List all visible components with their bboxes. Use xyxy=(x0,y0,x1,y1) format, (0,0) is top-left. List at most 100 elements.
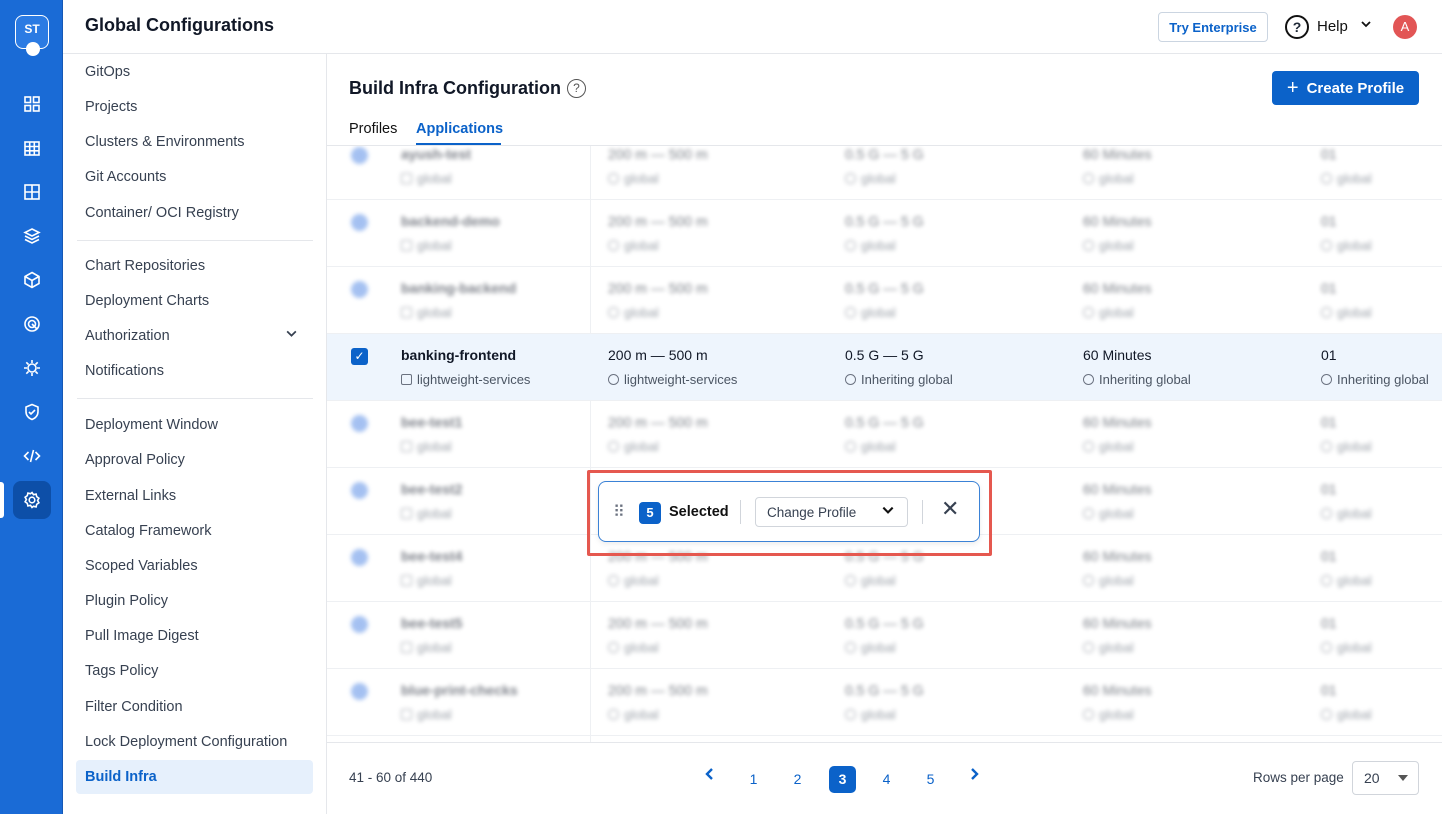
row-checkbox[interactable] xyxy=(351,281,368,298)
cell-value: 200 m — 500 m xyxy=(608,347,708,363)
sidebar-item-deployment-charts[interactable]: Deployment Charts xyxy=(85,293,209,309)
sidebar-item-gitops[interactable]: GitOps xyxy=(85,64,130,80)
page-title: Build Infra Configuration xyxy=(349,78,561,98)
org-logo[interactable]: ST xyxy=(15,15,49,56)
cell-source: Inheriting global xyxy=(845,372,1065,387)
sidebar-item-build-infra[interactable]: Build Infra xyxy=(76,760,313,794)
link-icon xyxy=(1083,307,1094,318)
help-icon[interactable]: ? xyxy=(1285,15,1309,39)
source-label: global xyxy=(1099,238,1134,253)
row-checkbox[interactable] xyxy=(351,147,368,164)
page-button-4[interactable]: 4 xyxy=(873,766,900,793)
sidebar-item-filter-condition[interactable]: Filter Condition xyxy=(85,699,183,715)
rows-per-page-select[interactable]: 20 xyxy=(1352,761,1419,795)
file-icon xyxy=(401,508,412,519)
table-row[interactable]: ✓ banking-frontend lightweight-services 200… xyxy=(327,334,1442,401)
row-checkbox[interactable] xyxy=(351,482,368,499)
pagination-footer: 41 - 60 of 440 1 2 3 4 5 Rows per page 2… xyxy=(327,742,1442,814)
source-label: global xyxy=(417,171,452,186)
sidebar-item-deployment-window[interactable]: Deployment Window xyxy=(85,417,218,433)
stack-icon[interactable] xyxy=(13,217,51,255)
row-checkbox[interactable] xyxy=(351,549,368,566)
chevron-left-icon[interactable] xyxy=(704,765,716,786)
create-profile-button[interactable]: + Create Profile xyxy=(1272,71,1419,105)
cell-value: 01 xyxy=(1321,146,1337,162)
cell-value: 60 Minutes xyxy=(1083,481,1152,497)
table-row[interactable]: banking-backend global 200 m — 500 m global… xyxy=(327,267,1442,334)
page-header-title: Global Configurations xyxy=(85,15,274,35)
table-cell: 60 Minutes global xyxy=(1083,548,1303,588)
row-checkbox-checked[interactable]: ✓ xyxy=(351,348,368,365)
tab-applications[interactable]: Applications xyxy=(416,121,503,137)
target-icon[interactable] xyxy=(13,305,51,343)
table-row[interactable]: bee-test1 global 200 m — 500 m global 0.5 G … xyxy=(327,401,1442,468)
sidebar-item-plugin-policy[interactable]: Plugin Policy xyxy=(85,593,168,609)
sidebar-item-tags-policy[interactable]: Tags Policy xyxy=(85,663,158,679)
cell-source: global xyxy=(1321,707,1442,722)
cell-value: 0.5 G — 5 G xyxy=(845,280,924,296)
bug-icon[interactable] xyxy=(13,349,51,387)
sidebar-item-authorization[interactable]: Authorization xyxy=(85,328,170,344)
table-cell: bee-test4 global xyxy=(401,548,586,588)
cell-source: global xyxy=(608,707,828,722)
avatar[interactable]: A xyxy=(1393,15,1417,39)
page-button-2[interactable]: 2 xyxy=(784,766,811,793)
sidebar-item-clusters[interactable]: Clusters & Environments xyxy=(85,134,245,150)
cell-value: 01 xyxy=(1321,414,1337,430)
grid-icon[interactable] xyxy=(13,85,51,123)
sidebar-item-scoped-variables[interactable]: Scoped Variables xyxy=(85,558,198,574)
row-checkbox[interactable] xyxy=(351,214,368,231)
tab-profiles[interactable]: Profiles xyxy=(349,121,397,137)
sidebar-item-pull-image-digest[interactable]: Pull Image Digest xyxy=(85,628,199,644)
table-icon[interactable] xyxy=(13,173,51,211)
sidebar-item-approval-policy[interactable]: Approval Policy xyxy=(85,452,185,468)
cell-value: 01 xyxy=(1321,682,1337,698)
sidebar-item-chart-repositories[interactable]: Chart Repositories xyxy=(85,258,205,274)
page-button-3[interactable]: 3 xyxy=(829,766,856,793)
change-profile-dropdown[interactable]: Change Profile xyxy=(755,497,908,527)
sidebar-item-lock-deployment[interactable]: Lock Deployment Configuration xyxy=(85,734,287,750)
sidebar-item-catalog-framework[interactable]: Catalog Framework xyxy=(85,523,212,539)
row-checkbox[interactable] xyxy=(351,616,368,633)
source-label: global xyxy=(624,573,659,588)
table-row[interactable]: ayush-test global 200 m — 500 m global 0.5 G… xyxy=(327,146,1442,200)
table-cell: 01 global xyxy=(1321,146,1442,186)
table-cell: 60 Minutes global xyxy=(1083,615,1303,655)
shield-icon[interactable] xyxy=(13,393,51,431)
cell-value: 01 xyxy=(1321,481,1337,497)
page-button-1[interactable]: 1 xyxy=(740,766,767,793)
row-checkbox[interactable] xyxy=(351,415,368,432)
sidebar-item-git-accounts[interactable]: Git Accounts xyxy=(85,169,166,185)
cell-source: global xyxy=(608,171,828,186)
sidebar-item-container-registry[interactable]: Container/ OCI Registry xyxy=(85,205,239,221)
table-cell: banking-backend global xyxy=(401,280,586,320)
source-label: global xyxy=(1337,439,1372,454)
sidebar-item-projects[interactable]: Projects xyxy=(85,99,137,115)
chevron-down-icon[interactable] xyxy=(285,327,298,343)
cube-icon[interactable] xyxy=(13,261,51,299)
help-label[interactable]: Help xyxy=(1317,18,1348,35)
file-icon xyxy=(401,642,412,653)
table-row[interactable]: bee-test5 global 200 m — 500 m global 0.5 G … xyxy=(327,602,1442,669)
chevron-right-icon[interactable] xyxy=(968,765,980,786)
close-icon[interactable]: ✕ xyxy=(941,498,959,520)
table-row[interactable]: blue-print-checks global 200 m — 500 m glob… xyxy=(327,669,1442,736)
cell-value: 01 xyxy=(1321,548,1337,564)
page-button-5[interactable]: 5 xyxy=(917,766,944,793)
cell-source: global xyxy=(845,439,1065,454)
cell-source: global xyxy=(1321,171,1442,186)
drag-handle-icon[interactable]: ⠿ xyxy=(613,502,625,522)
settings-icon[interactable] xyxy=(13,481,51,519)
help-icon[interactable]: ? xyxy=(567,79,586,98)
code-icon[interactable] xyxy=(13,437,51,475)
chevron-down-icon[interactable] xyxy=(1360,18,1372,33)
cell-source: global xyxy=(1321,573,1442,588)
sidebar-item-external-links[interactable]: External Links xyxy=(85,488,176,504)
apps-icon[interactable] xyxy=(13,129,51,167)
cell-value: 0.5 G — 5 G xyxy=(845,414,924,430)
row-checkbox[interactable] xyxy=(351,683,368,700)
sidebar-item-notifications[interactable]: Notifications xyxy=(85,363,164,379)
try-enterprise-button[interactable]: Try Enterprise xyxy=(1158,12,1268,42)
table-row[interactable]: backend-demo global 200 m — 500 m global 0.5… xyxy=(327,200,1442,267)
link-icon xyxy=(845,709,856,720)
